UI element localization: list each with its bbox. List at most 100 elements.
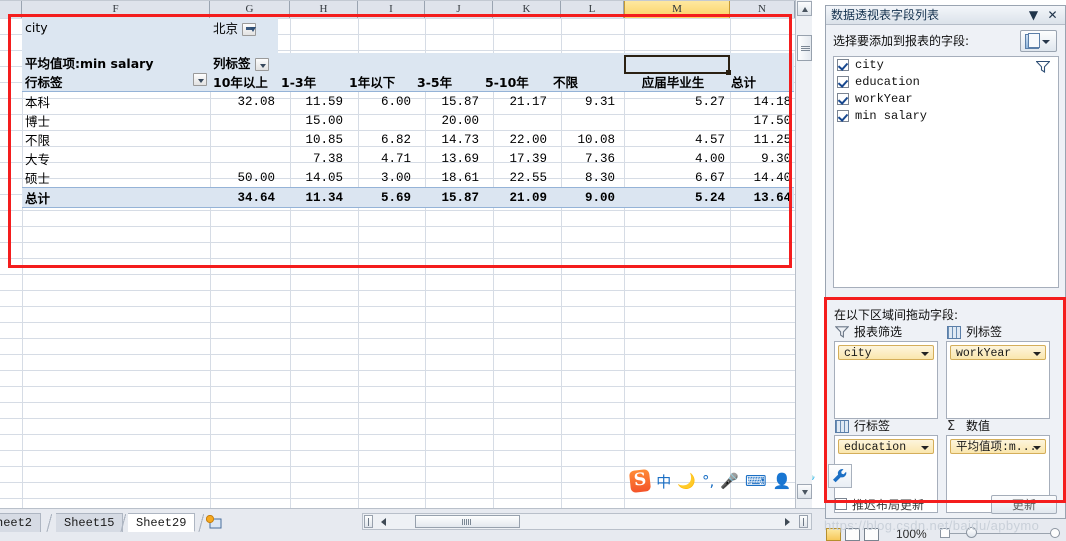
panel-footer[interactable]: 推迟布局更新 更新 (826, 495, 1065, 515)
cell[interactable]: 13.69 (414, 149, 482, 168)
column-header-J[interactable]: J (425, 1, 493, 18)
col-header-6[interactable]: 应届毕业生 (618, 72, 728, 92)
table-row[interactable]: 大专 7.38 4.71 13.69 17.39 7.36 4.00 9.30 (22, 149, 794, 168)
zone-dropzone[interactable]: city (834, 341, 938, 419)
pivot-field-list-panel[interactable]: 数据透视表字段列表 ▼ ✕ 选择要添加到报表的字段: city educatio… (825, 5, 1066, 519)
field-item-city[interactable]: city (834, 57, 1058, 74)
chevron-down-icon[interactable] (921, 352, 929, 356)
row-label[interactable]: 本科 (22, 92, 210, 112)
vertical-scrollbar[interactable] (795, 0, 812, 508)
cell[interactable]: 9.31 (550, 92, 618, 112)
column-header-I[interactable]: I (358, 1, 425, 18)
field-item-education[interactable]: education (834, 74, 1058, 91)
cell[interactable]: 8.30 (550, 168, 618, 188)
sogou-logo-icon[interactable]: S (628, 468, 652, 494)
column-header-H[interactable]: H (290, 1, 358, 18)
row-label[interactable]: 博士 (22, 111, 210, 130)
total-cell[interactable]: 15.87 (414, 187, 482, 208)
table-row[interactable]: 博士 15.00 20.00 17.50 (22, 111, 794, 130)
field-item-workYear[interactable]: workYear (834, 91, 1058, 108)
horizontal-scrollbar[interactable] (362, 513, 812, 530)
col-header-5[interactable]: 不限 (550, 72, 618, 92)
cell[interactable]: 22.00 (482, 130, 550, 149)
zone-report-filter[interactable]: 报表筛选 city (834, 324, 938, 419)
cell[interactable]: 7.38 (278, 149, 346, 168)
cell[interactable]: 9.30 (728, 149, 794, 168)
split-grip-left[interactable] (364, 515, 373, 528)
total-cell[interactable]: 5.69 (346, 187, 414, 208)
checkbox[interactable] (837, 93, 849, 105)
cell[interactable]: 6.82 (346, 130, 414, 149)
update-button[interactable]: 更新 (991, 495, 1057, 514)
cell[interactable]: 17.50 (728, 111, 794, 130)
new-sheet-icon[interactable] (205, 514, 222, 530)
checkbox[interactable] (837, 59, 849, 71)
spreadsheet-grid-area[interactable]: FGHIJKLMN city 北京 平均值项:min salary 列标签 行标… (0, 0, 816, 541)
cell[interactable]: 50.00 (210, 168, 278, 188)
column-header-strip[interactable]: FGHIJKLMN (0, 0, 795, 18)
cell[interactable]: 14.18 (728, 92, 794, 112)
panel-title-bar[interactable]: 数据透视表字段列表 ▼ ✕ (826, 6, 1065, 25)
pivot-table[interactable]: city 北京 平均值项:min salary 列标签 行标签 10年以上 1-… (22, 18, 795, 208)
scroll-down-button[interactable] (797, 484, 812, 499)
col-header-0[interactable]: 10年以上 (210, 72, 278, 92)
scroll-right-button[interactable] (781, 515, 795, 528)
column-header-M[interactable]: M (624, 1, 730, 18)
row-labels-dropdown-icon[interactable] (193, 73, 207, 86)
horizontal-scroll-thumb[interactable] (415, 515, 520, 528)
cell[interactable]: 11.59 (278, 92, 346, 112)
cell[interactable]: 11.25 (728, 130, 794, 149)
cell[interactable]: 4.57 (618, 130, 728, 149)
vertical-scroll-thumb[interactable] (797, 35, 812, 61)
total-cell[interactable]: 9.00 (550, 187, 618, 208)
cell[interactable]: 4.71 (346, 149, 414, 168)
table-row[interactable]: 本科 32.08 11.59 6.00 15.87 21.17 9.31 5.2… (22, 92, 794, 112)
column-header-N[interactable]: N (730, 1, 795, 18)
cell[interactable]: 32.08 (210, 92, 278, 112)
filter-value[interactable]: 北京 (210, 18, 278, 37)
field-chip-city[interactable]: city (838, 345, 934, 360)
punctuation-icon[interactable]: °, (702, 472, 714, 490)
cell[interactable]: 14.73 (414, 130, 482, 149)
row-label[interactable]: 不限 (22, 130, 210, 149)
cell[interactable]: 17.39 (482, 149, 550, 168)
cell[interactable]: 4.00 (618, 149, 728, 168)
row-label[interactable]: 硕士 (22, 168, 210, 188)
table-row[interactable]: 硕士 50.00 14.05 3.00 18.61 22.55 8.30 6.6… (22, 168, 794, 188)
grand-total-row[interactable]: 总计 34.64 11.34 5.69 15.87 21.09 9.00 5.2… (22, 187, 795, 208)
chevron-down-icon[interactable]: ▼ (1026, 8, 1041, 23)
pivot-filter-row[interactable]: city 北京 (22, 18, 794, 37)
total-cell[interactable]: 5.24 (618, 187, 728, 208)
cell[interactable]: 7.36 (550, 149, 618, 168)
cell[interactable]: 18.61 (414, 168, 482, 188)
fill-handle[interactable] (726, 70, 731, 75)
cell[interactable]: 14.05 (278, 168, 346, 188)
field-chip-education[interactable]: education (838, 439, 934, 454)
cell[interactable]: 15.00 (278, 111, 346, 130)
cell[interactable]: 21.17 (482, 92, 550, 112)
column-header-G[interactable]: G (210, 1, 290, 18)
field-chip-values[interactable]: 平均值项:m... (950, 439, 1046, 454)
col-header-4[interactable]: 5-10年 (482, 72, 550, 92)
scroll-left-button[interactable] (377, 515, 391, 528)
total-cell[interactable]: 11.34 (278, 187, 346, 208)
field-chip-workYear[interactable]: workYear (950, 345, 1046, 360)
chevron-down-icon[interactable] (1033, 352, 1041, 356)
mic-icon[interactable]: 🎤 (720, 472, 739, 490)
cell[interactable]: 3.00 (346, 168, 414, 188)
col-header-1[interactable]: 1-3年 (278, 72, 346, 92)
pivot-header-row[interactable]: 行标签 10年以上 1-3年 1年以下 3-5年 5-10年 不限 应届毕业生 … (22, 72, 795, 92)
cell[interactable] (346, 111, 414, 130)
cell[interactable] (210, 111, 278, 130)
field-list-layout-button[interactable] (1020, 30, 1057, 52)
cell[interactable]: 10.85 (278, 130, 346, 149)
checkbox[interactable] (837, 76, 849, 88)
col-header-3[interactable]: 3-5年 (414, 72, 482, 92)
column-header-F[interactable]: F (22, 1, 210, 18)
split-grip-right[interactable] (799, 515, 808, 528)
sheet-tab-heet2[interactable]: heet2 (0, 513, 42, 532)
zone-column-labels[interactable]: 列标签 workYear (946, 324, 1050, 419)
cell[interactable]: 6.67 (618, 168, 728, 188)
total-cell[interactable]: 13.64 (728, 187, 795, 208)
ime-chinese-mode-icon[interactable]: 中 (656, 471, 671, 492)
